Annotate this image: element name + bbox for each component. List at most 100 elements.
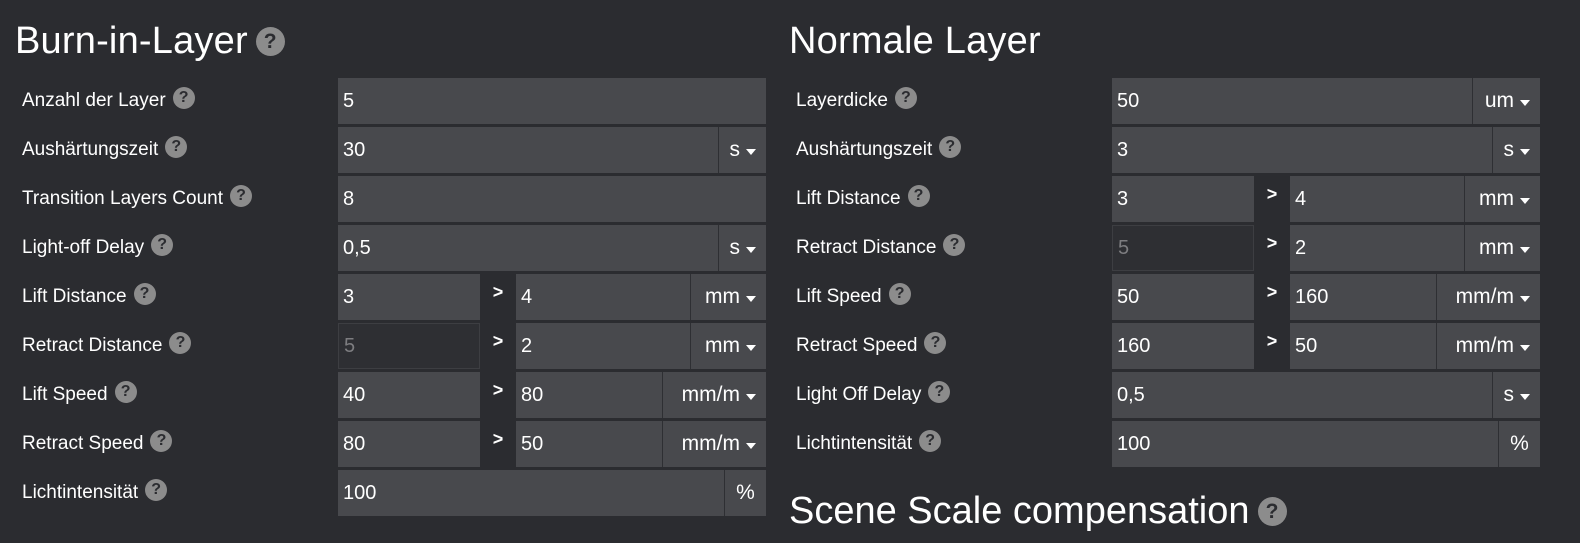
- field-label: Lift Distance ?: [22, 274, 156, 320]
- field-label-text: Retract Distance: [796, 237, 937, 258]
- unit-dropdown[interactable]: mm/m: [1436, 274, 1540, 320]
- percent-unit-label: %: [724, 470, 766, 516]
- burn-in-light-intensity-input[interactable]: 100: [338, 470, 724, 516]
- caret-down-icon: [1520, 148, 1530, 155]
- caret-down-icon: [746, 442, 756, 449]
- normal-retract-distance-row: Retract Distance ? 5 > 2 mm: [774, 225, 1580, 271]
- help-icon[interactable]: ?: [145, 479, 168, 501]
- normal-retract-speed-to-input[interactable]: 50: [1290, 323, 1436, 369]
- normal-layer-heading: Normale Layer: [789, 20, 1041, 63]
- normal-lift-distance-from-input[interactable]: 3: [1112, 176, 1254, 222]
- normal-lift-distance-to-input[interactable]: 4: [1290, 176, 1464, 222]
- normal-lift-speed-from-input[interactable]: 50: [1112, 274, 1254, 320]
- burn-in-layer-count-input[interactable]: 5: [338, 78, 766, 124]
- caret-down-icon: [1520, 295, 1530, 302]
- unit-dropdown[interactable]: mm: [1464, 225, 1540, 271]
- field-label-text: Lift Distance: [796, 188, 901, 209]
- field-label-text: Light Off Delay: [796, 384, 922, 405]
- burn-in-lift-distance-row: Lift Distance ? 3 > 4 mm: [0, 274, 775, 320]
- caret-down-icon: [1520, 246, 1530, 253]
- help-icon[interactable]: ?: [1257, 497, 1287, 526]
- field-label: Light Off Delay ?: [796, 372, 951, 418]
- burn-in-lift-speed-from-input[interactable]: 40: [338, 372, 480, 418]
- burn-in-transition-layers-input[interactable]: 8: [338, 176, 766, 222]
- help-icon[interactable]: ?: [133, 283, 156, 305]
- help-icon[interactable]: ?: [894, 87, 917, 109]
- burn-in-light-intensity-row: Lichtintensität ? 100 %: [0, 470, 775, 516]
- field-label-text: Lift Speed: [22, 384, 108, 405]
- field-label: Retract Distance ?: [796, 225, 966, 271]
- field-label: Light-off Delay ?: [22, 225, 174, 271]
- unit-dropdown[interactable]: mm: [690, 323, 766, 369]
- help-icon[interactable]: ?: [150, 430, 173, 452]
- help-icon[interactable]: ?: [255, 27, 285, 56]
- field-label-text: Anzahl der Layer: [22, 90, 166, 111]
- unit-dropdown[interactable]: s: [1492, 372, 1540, 418]
- help-icon[interactable]: ?: [939, 136, 962, 158]
- help-icon[interactable]: ?: [114, 381, 137, 403]
- range-separator: >: [492, 380, 504, 400]
- normal-lift-speed-to-input[interactable]: 160: [1290, 274, 1436, 320]
- range-separator: >: [492, 282, 504, 302]
- field-label-text: Lift Speed: [796, 286, 882, 307]
- unit-dropdown[interactable]: mm: [1464, 176, 1540, 222]
- help-icon[interactable]: ?: [943, 234, 966, 256]
- field-label: Lift Speed ?: [22, 372, 137, 418]
- field-label-text: Light-off Delay: [22, 237, 145, 258]
- field-label: Lift Distance ?: [796, 176, 930, 222]
- burn-in-retract-distance-to-input[interactable]: 2: [516, 323, 690, 369]
- normal-cure-time-row: Aushärtungszeit ? 3 s: [774, 127, 1580, 173]
- scene-scale-title: Scene Scale compensation: [789, 490, 1250, 532]
- burn-in-retract-speed-from-input[interactable]: 80: [338, 421, 480, 467]
- percent-unit-label: %: [1498, 421, 1540, 467]
- field-label-text: Retract Speed: [796, 335, 918, 356]
- burn-in-retract-speed-to-input[interactable]: 50: [516, 421, 662, 467]
- normal-layer-title: Normale Layer: [789, 20, 1041, 62]
- unit-dropdown[interactable]: s: [718, 127, 766, 173]
- normal-layer-thickness-input[interactable]: 50: [1112, 78, 1472, 124]
- burn-in-lift-distance-to-input[interactable]: 4: [516, 274, 690, 320]
- normal-light-intensity-input[interactable]: 100: [1112, 421, 1498, 467]
- unit-dropdown[interactable]: mm: [690, 274, 766, 320]
- burn-in-lift-distance-from-input[interactable]: 3: [338, 274, 480, 320]
- help-icon[interactable]: ?: [172, 87, 195, 109]
- burn-in-light-off-delay-input[interactable]: 0,5: [338, 225, 718, 271]
- range-separator: >: [492, 331, 504, 351]
- normal-light-off-delay-input[interactable]: 0,5: [1112, 372, 1492, 418]
- burn-in-retract-speed-row: Retract Speed ? 80 > 50 mm/m: [0, 421, 775, 467]
- normal-cure-time-input[interactable]: 3: [1112, 127, 1492, 173]
- unit-label: mm/m: [1455, 334, 1514, 357]
- burn-in-retract-distance-from-input: 5: [338, 323, 480, 369]
- unit-dropdown[interactable]: s: [1492, 127, 1540, 173]
- unit-label: mm/m: [681, 432, 740, 455]
- unit-label: mm: [705, 334, 740, 357]
- unit-dropdown[interactable]: mm/m: [662, 372, 766, 418]
- range-separator: >: [492, 429, 504, 449]
- help-icon[interactable]: ?: [230, 185, 253, 207]
- help-icon[interactable]: ?: [919, 430, 942, 452]
- help-icon[interactable]: ?: [169, 332, 192, 354]
- help-icon[interactable]: ?: [888, 283, 911, 305]
- unit-label: um: [1484, 89, 1514, 112]
- burn-in-lift-speed-to-input[interactable]: 80: [516, 372, 662, 418]
- normal-retract-speed-from-input[interactable]: 160: [1112, 323, 1254, 369]
- unit-dropdown[interactable]: mm/m: [1436, 323, 1540, 369]
- help-icon[interactable]: ?: [165, 136, 188, 158]
- burn-in-cure-time-input[interactable]: 30: [338, 127, 718, 173]
- normal-light-off-delay-row: Light Off Delay ? 0,5 s: [774, 372, 1580, 418]
- help-icon[interactable]: ?: [924, 332, 947, 354]
- field-label-text: Layerdicke: [796, 90, 888, 111]
- burn-in-lift-speed-row: Lift Speed ? 40 > 80 mm/m: [0, 372, 775, 418]
- help-icon[interactable]: ?: [151, 234, 174, 256]
- burn-in-layer-count-row: Anzahl der Layer ? 5: [0, 78, 775, 124]
- normal-retract-distance-to-input[interactable]: 2: [1290, 225, 1464, 271]
- caret-down-icon: [1520, 99, 1530, 106]
- unit-dropdown[interactable]: um: [1472, 78, 1540, 124]
- unit-label: mm/m: [681, 383, 740, 406]
- help-icon[interactable]: ?: [928, 381, 951, 403]
- unit-dropdown[interactable]: s: [718, 225, 766, 271]
- unit-dropdown[interactable]: mm/m: [662, 421, 766, 467]
- unit-label: s: [729, 236, 741, 259]
- normal-retract-speed-row: Retract Speed ? 160 > 50 mm/m: [774, 323, 1580, 369]
- help-icon[interactable]: ?: [907, 185, 930, 207]
